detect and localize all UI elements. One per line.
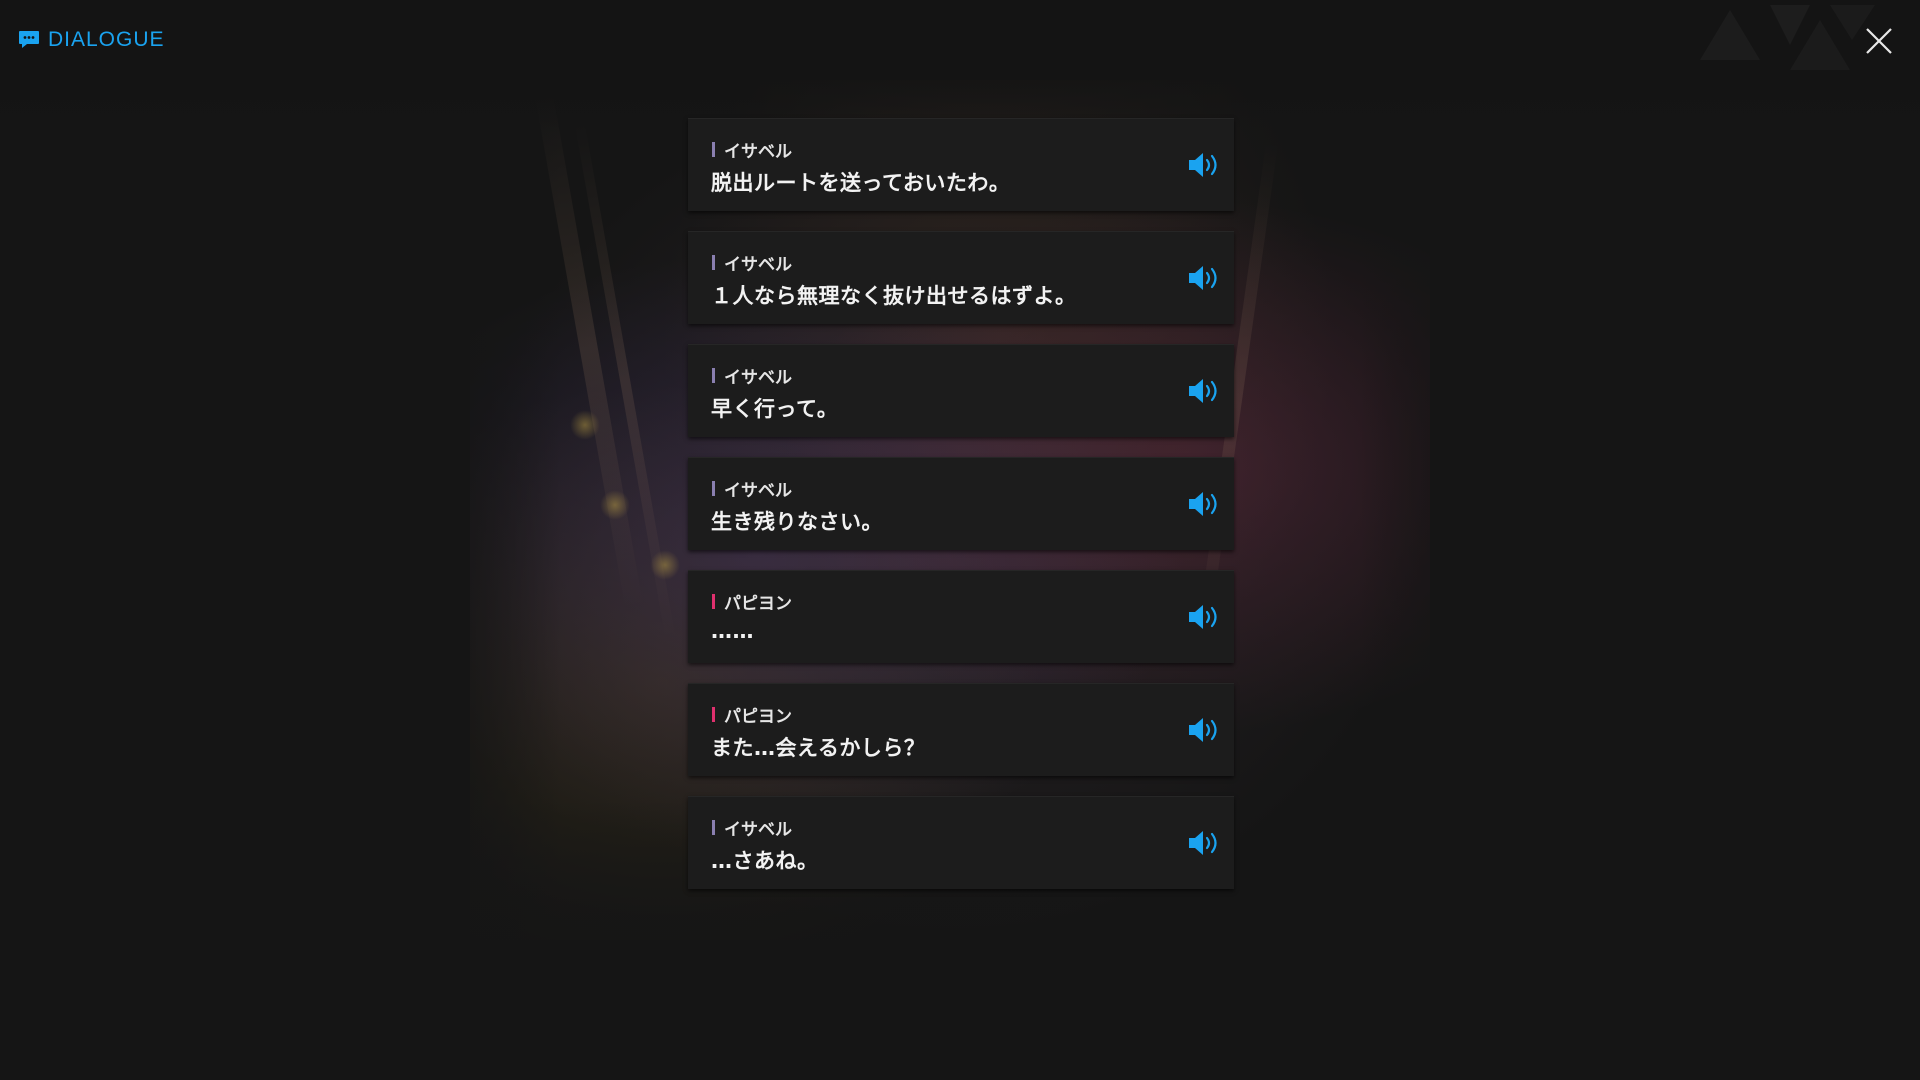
dialogue-text: １人なら無理なく抜け出せるはずよ。: [711, 284, 1077, 308]
speaker-color-bar: [712, 594, 715, 609]
dialogue-entry: イサベル 脱出ルートを送っておいたわ。: [688, 118, 1234, 211]
dialogue-text: 早く行って。: [711, 397, 839, 421]
speaker-color-bar: [712, 481, 715, 496]
dialogue-text: …さあね。: [711, 849, 819, 873]
speaker-name: パピヨン: [724, 594, 792, 614]
dialogue-text: ……: [711, 619, 754, 643]
speaker-color-bar: [712, 142, 715, 157]
dialogue-entry: パピヨン また…会えるかしら？: [688, 683, 1234, 776]
speaker-row: イサベル: [712, 815, 792, 840]
play-voice-button[interactable]: [1187, 151, 1223, 179]
speaker-row: パピヨン: [712, 589, 792, 614]
speaker-icon: [1189, 266, 1217, 290]
speaker-row: イサベル: [712, 476, 792, 501]
speaker-name: イサベル: [724, 481, 792, 501]
play-voice-button[interactable]: [1187, 716, 1223, 744]
speaker-row: パピヨン: [712, 702, 792, 727]
dialogue-entry: パピヨン ……: [688, 570, 1234, 663]
speaker-name: イサベル: [724, 142, 792, 162]
speaker-icon: [1189, 379, 1217, 403]
speaker-name: イサベル: [724, 255, 792, 275]
play-voice-button[interactable]: [1187, 603, 1223, 631]
speaker-color-bar: [712, 255, 715, 270]
speaker-icon: [1189, 153, 1217, 177]
play-voice-button[interactable]: [1187, 829, 1223, 857]
dialogue-entry: イサベル 生き残りなさい。: [688, 457, 1234, 550]
speaker-name: パピヨン: [724, 707, 792, 727]
speaker-icon: [1189, 831, 1217, 855]
page-title: DIALOGUE: [48, 28, 165, 51]
play-voice-button[interactable]: [1187, 490, 1223, 518]
chat-bubble-icon: [18, 30, 40, 50]
speaker-row: イサベル: [712, 363, 792, 388]
speaker-row: イサベル: [712, 137, 792, 162]
dialogue-header: DIALOGUE: [18, 28, 165, 52]
dialogue-log-screen: DIALOGUE イサベル 脱出ルートを送っておいたわ。 イサベル １人なら無理…: [0, 0, 1920, 1080]
dialogue-entry: イサベル 早く行って。: [688, 344, 1234, 437]
speaker-row: イサベル: [712, 250, 792, 275]
play-voice-button[interactable]: [1187, 377, 1223, 405]
play-voice-button[interactable]: [1187, 264, 1223, 292]
speaker-icon: [1189, 492, 1217, 516]
dialogue-list: イサベル 脱出ルートを送っておいたわ。 イサベル １人なら無理なく抜け出せるはず…: [688, 118, 1234, 909]
close-button[interactable]: [1862, 24, 1896, 58]
dialogue-text: また…会えるかしら？: [711, 736, 926, 760]
speaker-name: イサベル: [724, 368, 792, 388]
dialogue-entry: イサベル １人なら無理なく抜け出せるはずよ。: [688, 231, 1234, 324]
dialogue-entry: イサベル …さあね。: [688, 796, 1234, 889]
decorative-triangles: [1700, 5, 1875, 70]
speaker-icon: [1189, 605, 1217, 629]
dialogue-text: 脱出ルートを送っておいたわ。: [711, 171, 1011, 195]
speaker-color-bar: [712, 368, 715, 383]
speaker-icon: [1189, 718, 1217, 742]
close-icon: [1866, 28, 1892, 54]
dialogue-text: 生き残りなさい。: [711, 510, 883, 534]
speaker-name: イサベル: [724, 820, 792, 840]
speaker-color-bar: [712, 820, 715, 835]
speaker-color-bar: [712, 707, 715, 722]
